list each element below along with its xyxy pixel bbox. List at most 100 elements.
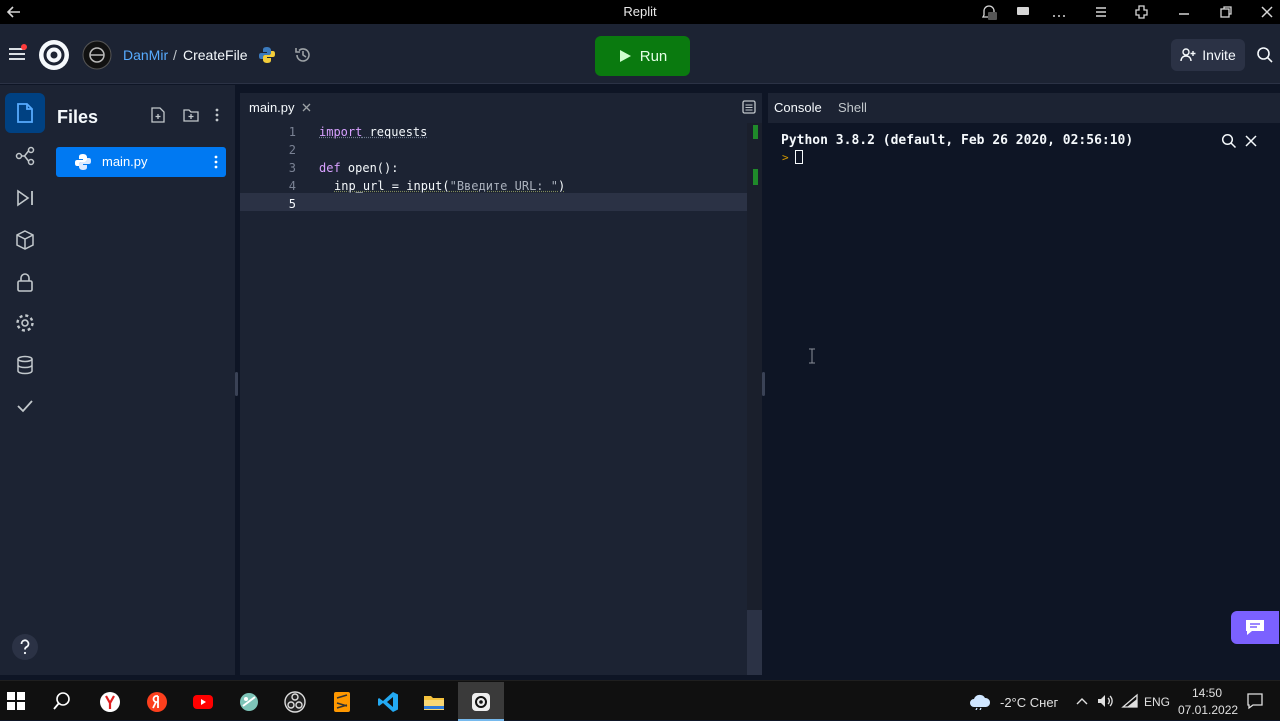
close-tab-icon[interactable]: [302, 103, 311, 112]
code-token: requests: [362, 125, 427, 139]
menu-icon[interactable]: [1092, 3, 1110, 21]
file-item-main-py[interactable]: main.py: [56, 147, 226, 177]
code-line-4: inp_url = input("Введите URL: "): [334, 179, 565, 193]
secrets-icon[interactable]: [14, 271, 36, 293]
files-icon: [16, 103, 34, 123]
taskbar-search-icon[interactable]: [52, 691, 74, 713]
close-icon[interactable]: [1258, 3, 1276, 21]
invite-label: Invite: [1202, 47, 1235, 63]
sublime-icon[interactable]: [331, 691, 353, 713]
taskbar-active-app[interactable]: [458, 682, 504, 721]
console-panel: Console Shell Python 3.8.2 (default, Feb…: [768, 93, 1280, 675]
tool-rail: [0, 85, 50, 675]
check-icon[interactable]: [14, 395, 36, 417]
minimize-icon[interactable]: [1175, 3, 1193, 21]
search-icon[interactable]: [1256, 46, 1274, 64]
extension-icon[interactable]: [1133, 3, 1151, 21]
console-tabbar: Console Shell: [768, 93, 1280, 123]
database-icon[interactable]: [14, 354, 36, 376]
tab-shell[interactable]: Shell: [838, 100, 867, 115]
replit-logo[interactable]: [38, 39, 70, 71]
debugger-icon[interactable]: [14, 187, 36, 209]
kebab-icon[interactable]: [209, 107, 225, 123]
code-token: import: [319, 125, 362, 139]
console-prompt: >: [782, 151, 789, 164]
feedback-button[interactable]: [1231, 611, 1279, 644]
invite-icon: [1180, 47, 1196, 63]
settings-icon[interactable]: [14, 312, 36, 334]
console-cursor[interactable]: [795, 150, 803, 164]
youtube-icon[interactable]: [192, 691, 214, 713]
app-icon[interactable]: [238, 691, 260, 713]
windows-start-icon[interactable]: [6, 691, 28, 713]
yandex-icon[interactable]: [146, 691, 168, 713]
wifi-icon[interactable]: [1121, 693, 1139, 709]
python-icon: [74, 153, 92, 171]
change-marker: [753, 125, 758, 139]
breadcrumb-separator: /: [173, 47, 177, 63]
kebab-icon[interactable]: [209, 154, 223, 170]
action-center-icon[interactable]: [1246, 692, 1264, 710]
panel-splitter[interactable]: [762, 372, 765, 396]
code-token: inp_url = input(: [334, 179, 450, 193]
chat-icon[interactable]: [1014, 3, 1032, 21]
help-icon[interactable]: [11, 633, 39, 661]
weather-text[interactable]: -2°C Снег: [1000, 695, 1058, 710]
project-name[interactable]: CreateFile: [183, 47, 248, 63]
line-number: 4: [240, 179, 296, 193]
files-heading: Files: [57, 107, 98, 128]
play-icon: [618, 49, 632, 63]
editor-scrollbar[interactable]: [747, 123, 762, 675]
scrollbar-thumb[interactable]: [747, 123, 762, 610]
active-line-highlight: [240, 193, 747, 211]
chevron-up-icon[interactable]: [1075, 695, 1089, 707]
restore-icon[interactable]: [1217, 3, 1235, 21]
editor-tab[interactable]: main.py: [240, 93, 320, 123]
run-label: Run: [640, 48, 668, 65]
clock-date[interactable]: 07.01.2022: [1178, 703, 1238, 717]
code-token: "Введите URL: ": [450, 179, 558, 193]
active-app-icon: [470, 691, 492, 713]
new-folder-icon[interactable]: [183, 107, 199, 123]
line-number: 5: [240, 197, 296, 211]
volume-icon[interactable]: [1096, 693, 1114, 709]
os-taskbar: -2°C Снег ENG 14:50 07.01.2022: [0, 680, 1280, 720]
tab-console[interactable]: Console: [774, 100, 822, 115]
change-marker: [753, 169, 758, 185]
yandex-browser-icon[interactable]: [99, 691, 121, 713]
editor-tabbar: main.py: [240, 93, 762, 123]
git-icon[interactable]: [14, 145, 36, 167]
back-icon[interactable]: [5, 3, 23, 21]
more-icon[interactable]: [1050, 3, 1068, 21]
clock-time[interactable]: 14:50: [1192, 686, 1222, 700]
files-panel: Files main.py: [50, 85, 235, 675]
code-line-3: def open():: [319, 161, 398, 175]
run-button[interactable]: Run: [595, 36, 690, 76]
avatar[interactable]: [82, 40, 112, 70]
notification-icon[interactable]: [980, 3, 998, 21]
mouse-cursor-icon: [808, 348, 816, 364]
weather-icon[interactable]: [968, 692, 992, 710]
explorer-icon[interactable]: [423, 691, 445, 713]
language-indicator[interactable]: ENG: [1144, 695, 1170, 709]
new-file-icon[interactable]: [150, 107, 166, 123]
file-name: main.py: [102, 154, 148, 169]
app-header: DanMir / CreateFile Run Invite: [0, 24, 1280, 84]
history-icon[interactable]: [293, 45, 313, 65]
code-token: def: [319, 161, 341, 175]
packages-icon[interactable]: [14, 229, 36, 251]
invite-button[interactable]: Invite: [1171, 39, 1245, 71]
close-icon[interactable]: [1245, 135, 1257, 147]
line-number: 3: [240, 161, 296, 175]
vscode-icon[interactable]: [377, 691, 399, 713]
panel-splitter[interactable]: [235, 372, 238, 396]
feedback-chat-icon: [1244, 618, 1266, 636]
layout-icon[interactable]: [742, 100, 756, 114]
code-editor[interactable]: 1 2 3 4 5 import requests def open(): in…: [240, 123, 747, 675]
search-icon[interactable]: [1221, 133, 1237, 149]
rail-files-button[interactable]: [5, 93, 45, 133]
hamburger-icon[interactable]: [7, 44, 27, 64]
window-title: Replit: [0, 4, 1280, 19]
project-owner-link[interactable]: DanMir: [123, 47, 168, 63]
obs-icon[interactable]: [284, 691, 306, 713]
